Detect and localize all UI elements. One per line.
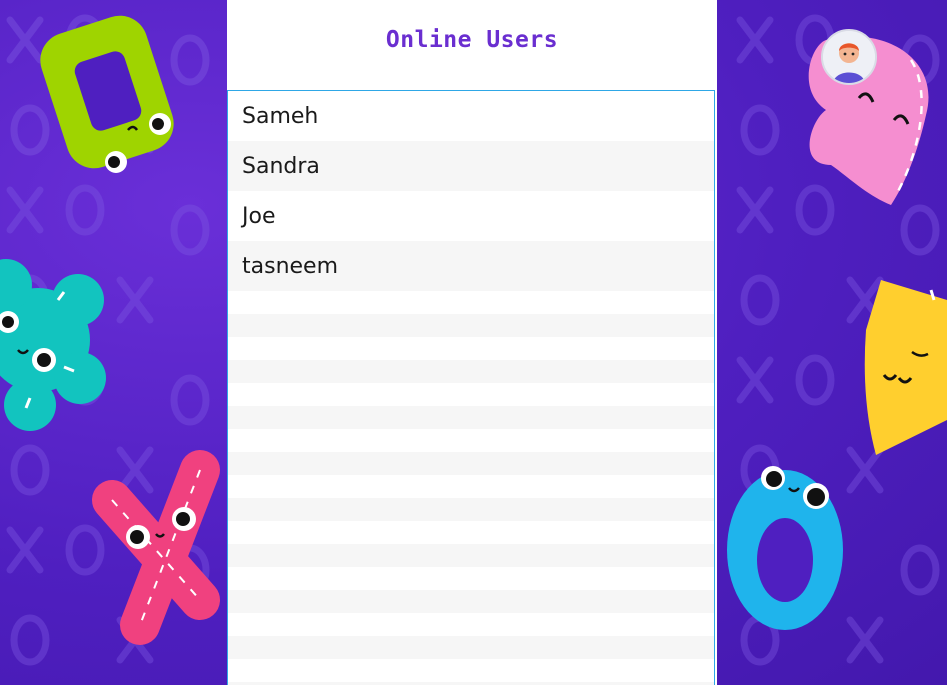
user-list-item[interactable]: Sameh [228,91,714,141]
left-decoration [0,15,220,645]
online-users-list[interactable]: Sameh Sandra Joe tasneem [227,90,715,685]
empty-row [228,498,714,521]
user-list-item[interactable]: Sandra [228,141,714,191]
user-avatar-icon [823,31,875,83]
empty-row [228,452,714,475]
empty-row [228,406,714,429]
user-list-item[interactable]: Joe [228,191,714,241]
empty-row [228,567,714,590]
empty-row [228,360,714,383]
yellow-triangle-character [864,280,947,455]
empty-row [228,383,714,406]
green-diamond-character [40,15,174,173]
empty-row [228,636,714,659]
empty-row [228,544,714,567]
empty-row [228,613,714,636]
empty-row [228,337,714,360]
empty-list-area [228,291,714,685]
user-list-item[interactable]: tasneem [228,241,714,291]
panel-title: Online Users [385,27,559,53]
empty-row [228,475,714,498]
user-avatar-button[interactable] [821,29,877,85]
right-decoration [727,36,947,630]
panel-header: Online Users [227,0,717,90]
empty-row [228,429,714,452]
empty-row [228,521,714,544]
teal-flower-character [0,259,106,431]
empty-row [228,291,714,314]
online-users-panel: Online Users Sameh Sandra Joe tasneem [227,0,717,685]
blue-ring-character [727,466,843,630]
pink-x-character [92,450,220,645]
empty-row [228,659,714,682]
empty-row [228,590,714,613]
empty-row [228,314,714,337]
